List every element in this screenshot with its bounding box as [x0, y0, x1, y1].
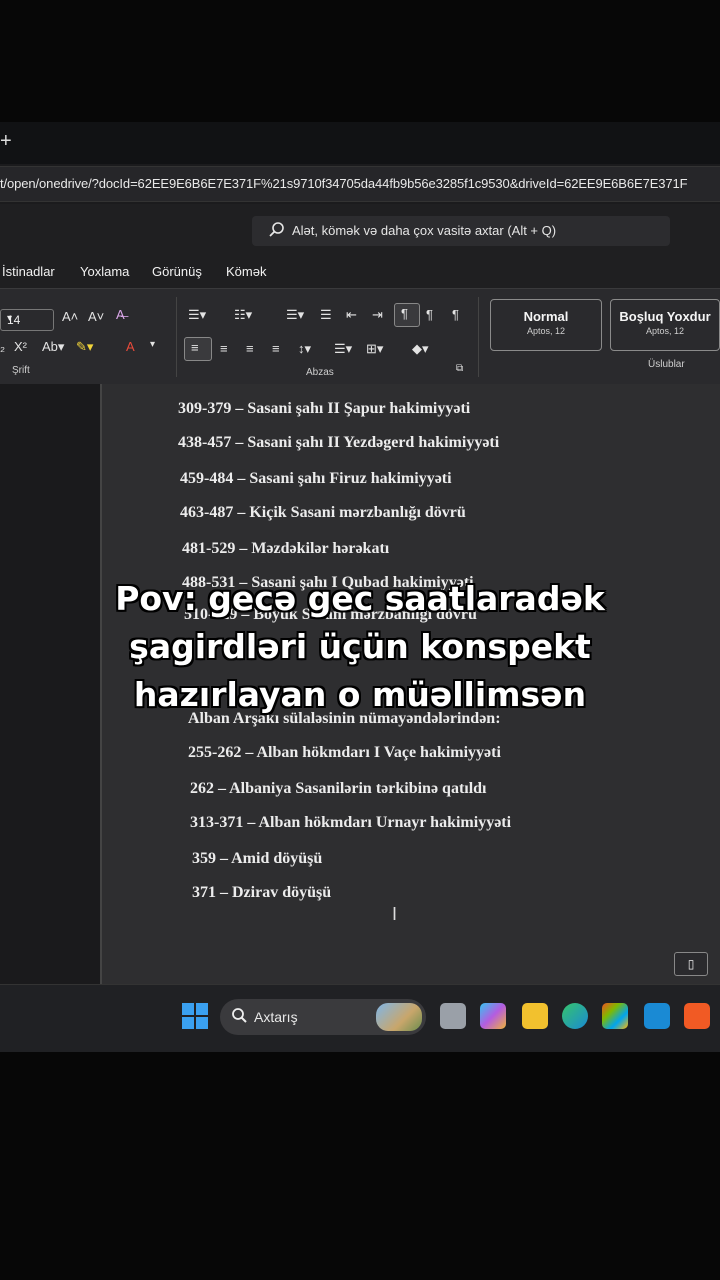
doc-line: 255-262 – Alban hökmdarı I Vaçe hakimiyy…: [188, 744, 501, 761]
styles-group-label: Üslublar: [648, 359, 685, 370]
edge-icon[interactable]: [562, 1003, 588, 1029]
justify-icon[interactable]: ≡: [272, 341, 280, 356]
style-normal[interactable]: Normal Aptos, 12: [490, 299, 602, 351]
style-font: Aptos, 12: [526, 326, 566, 336]
bullets-icon[interactable]: ☰▾: [188, 307, 206, 323]
chevron-down-icon: ▾: [7, 313, 13, 324]
multilevel-list-icon[interactable]: ☰▾: [286, 307, 304, 323]
browser-tab-bar: +: [0, 122, 720, 164]
menu-review[interactable]: Yoxlama: [80, 264, 129, 279]
mail-icon[interactable]: [644, 1003, 670, 1029]
doc-line: 459-484 – Sasani şahı Firuz hakimiyyəti: [180, 470, 452, 487]
windows-start-icon[interactable]: [182, 1003, 208, 1029]
doc-line: 313-371 – Alban hökmdarı Urnayr hakimiyy…: [190, 814, 512, 831]
shading-icon[interactable]: ◆▾: [412, 341, 429, 357]
doc-line: 262 – Albaniya Sasanilərin tərkibinə qat…: [190, 780, 487, 797]
style-name: Normal: [523, 309, 569, 324]
brave-icon[interactable]: [684, 1003, 710, 1029]
list-style-icon[interactable]: ☰: [320, 307, 332, 323]
caption-line: hazırlayan o müəllimsən: [133, 675, 587, 714]
align-center-icon[interactable]: ≡: [220, 341, 228, 356]
doc-line: 463-487 – Kiçik Sasani mərzbanlığı dövrü: [180, 504, 466, 521]
align-left-icon: ≡: [191, 340, 199, 355]
font-size-select[interactable]: 14 ▾: [0, 309, 54, 331]
text-effects-icon[interactable]: Ab▾: [42, 339, 64, 355]
divider: [478, 297, 479, 377]
text-cursor-icon: I: [392, 904, 398, 924]
superscript-icon[interactable]: X²: [14, 339, 27, 354]
search-highlight-image: [376, 1003, 422, 1031]
chevron-down-icon[interactable]: ▾: [150, 339, 155, 350]
shrink-font-icon[interactable]: A˅: [88, 309, 104, 324]
borders-icon[interactable]: ⊞▾: [366, 341, 383, 357]
numbering-icon[interactable]: ☷▾: [234, 307, 252, 323]
file-explorer-icon[interactable]: [522, 1003, 548, 1029]
menu-help[interactable]: Kömək: [226, 264, 266, 279]
font-color-icon[interactable]: A: [126, 339, 135, 354]
highlight-icon[interactable]: ✎▾: [76, 339, 93, 355]
doc-line: 481-529 – Məzdəkilər hərəkatı: [182, 540, 390, 557]
ltr-icon: ¶: [401, 306, 408, 321]
style-no-spacing[interactable]: Boşluq Yoxdur Aptos, 12: [610, 299, 720, 351]
paragraph-spacing-icon[interactable]: ☰▾: [334, 341, 352, 357]
subscript-icon[interactable]: ₂: [0, 339, 5, 354]
menu-view[interactable]: Görünüş: [152, 264, 202, 279]
decrease-indent-icon[interactable]: ⇤: [346, 307, 357, 323]
ltr-button[interactable]: ¶: [394, 303, 420, 327]
copilot-icon[interactable]: [480, 1003, 506, 1029]
menu-bar: İstinadlar Yoxlama Görünüş Kömək: [0, 256, 720, 288]
video-caption: Pov: gecə gec saatlaradək şagirdləri üçü…: [60, 575, 660, 719]
caption-line: şagirdləri üçün konspekt: [129, 627, 591, 666]
taskbar-search[interactable]: Axtarış: [220, 999, 426, 1035]
doc-line: 438-457 – Sasani şahı II Yezdəgerd hakim…: [178, 434, 500, 451]
store-icon[interactable]: [602, 1003, 628, 1029]
increase-indent-icon[interactable]: ⇥: [372, 307, 383, 323]
taskbar-search-label: Axtarış: [254, 1009, 298, 1025]
doc-line: 309-379 – Sasani şahı II Şapur hakimiyyə…: [178, 400, 471, 417]
clear-format-icon[interactable]: A̶: [116, 307, 125, 322]
divider: [176, 297, 177, 377]
address-bar[interactable]: t/open/onedrive/?docId=62EE9E6B6E7E371F%…: [0, 166, 720, 202]
new-tab-button[interactable]: +: [0, 130, 12, 153]
line-spacing-icon[interactable]: ↕▾: [298, 341, 311, 357]
address-url[interactable]: t/open/onedrive/?docId=62EE9E6B6E7E371F%…: [0, 176, 688, 191]
rtl-icon[interactable]: ¶: [426, 307, 433, 322]
align-right-icon[interactable]: ≡: [246, 341, 254, 356]
paragraph-launcher-icon[interactable]: ⧉: [456, 363, 463, 374]
menu-references[interactable]: İstinadlar: [2, 264, 55, 279]
doc-line: 371 – Dzirav döyüşü: [192, 884, 332, 901]
doc-line: 359 – Amid döyüşü: [192, 850, 323, 867]
style-font: Aptos, 12: [645, 326, 685, 336]
search-icon: [269, 222, 284, 237]
font-group-label: Şrift: [12, 365, 30, 376]
task-view-icon[interactable]: [440, 1003, 466, 1029]
word-header: Alət, kömək və daha çox vasitə axtar (Al…: [0, 204, 720, 256]
caption-line: Pov: gecə gec saatlaradək: [115, 579, 605, 618]
search-placeholder: Alət, kömək və daha çox vasitə axtar (Al…: [292, 223, 557, 238]
document-icon: ▯: [687, 957, 695, 971]
align-left-button[interactable]: ≡: [184, 337, 212, 361]
style-name: Boşluq Yoxdur: [619, 309, 711, 324]
grow-font-icon[interactable]: A˄: [62, 309, 78, 324]
windows-taskbar: Axtarış: [0, 984, 720, 1052]
search-box[interactable]: Alət, kömək və daha çox vasitə axtar (Al…: [252, 216, 670, 246]
paragraph-group-label: Abzas: [306, 367, 334, 378]
search-icon: [232, 1008, 247, 1023]
show-marks-icon[interactable]: ¶: [452, 307, 459, 322]
ribbon: 14 ▾ A˄ A˅ A̶ ₂ X² Ab▾ ✎▾ A ▾ Şrift ☰▾ ☷…: [0, 288, 720, 385]
page-view-button[interactable]: ▯: [674, 952, 708, 976]
